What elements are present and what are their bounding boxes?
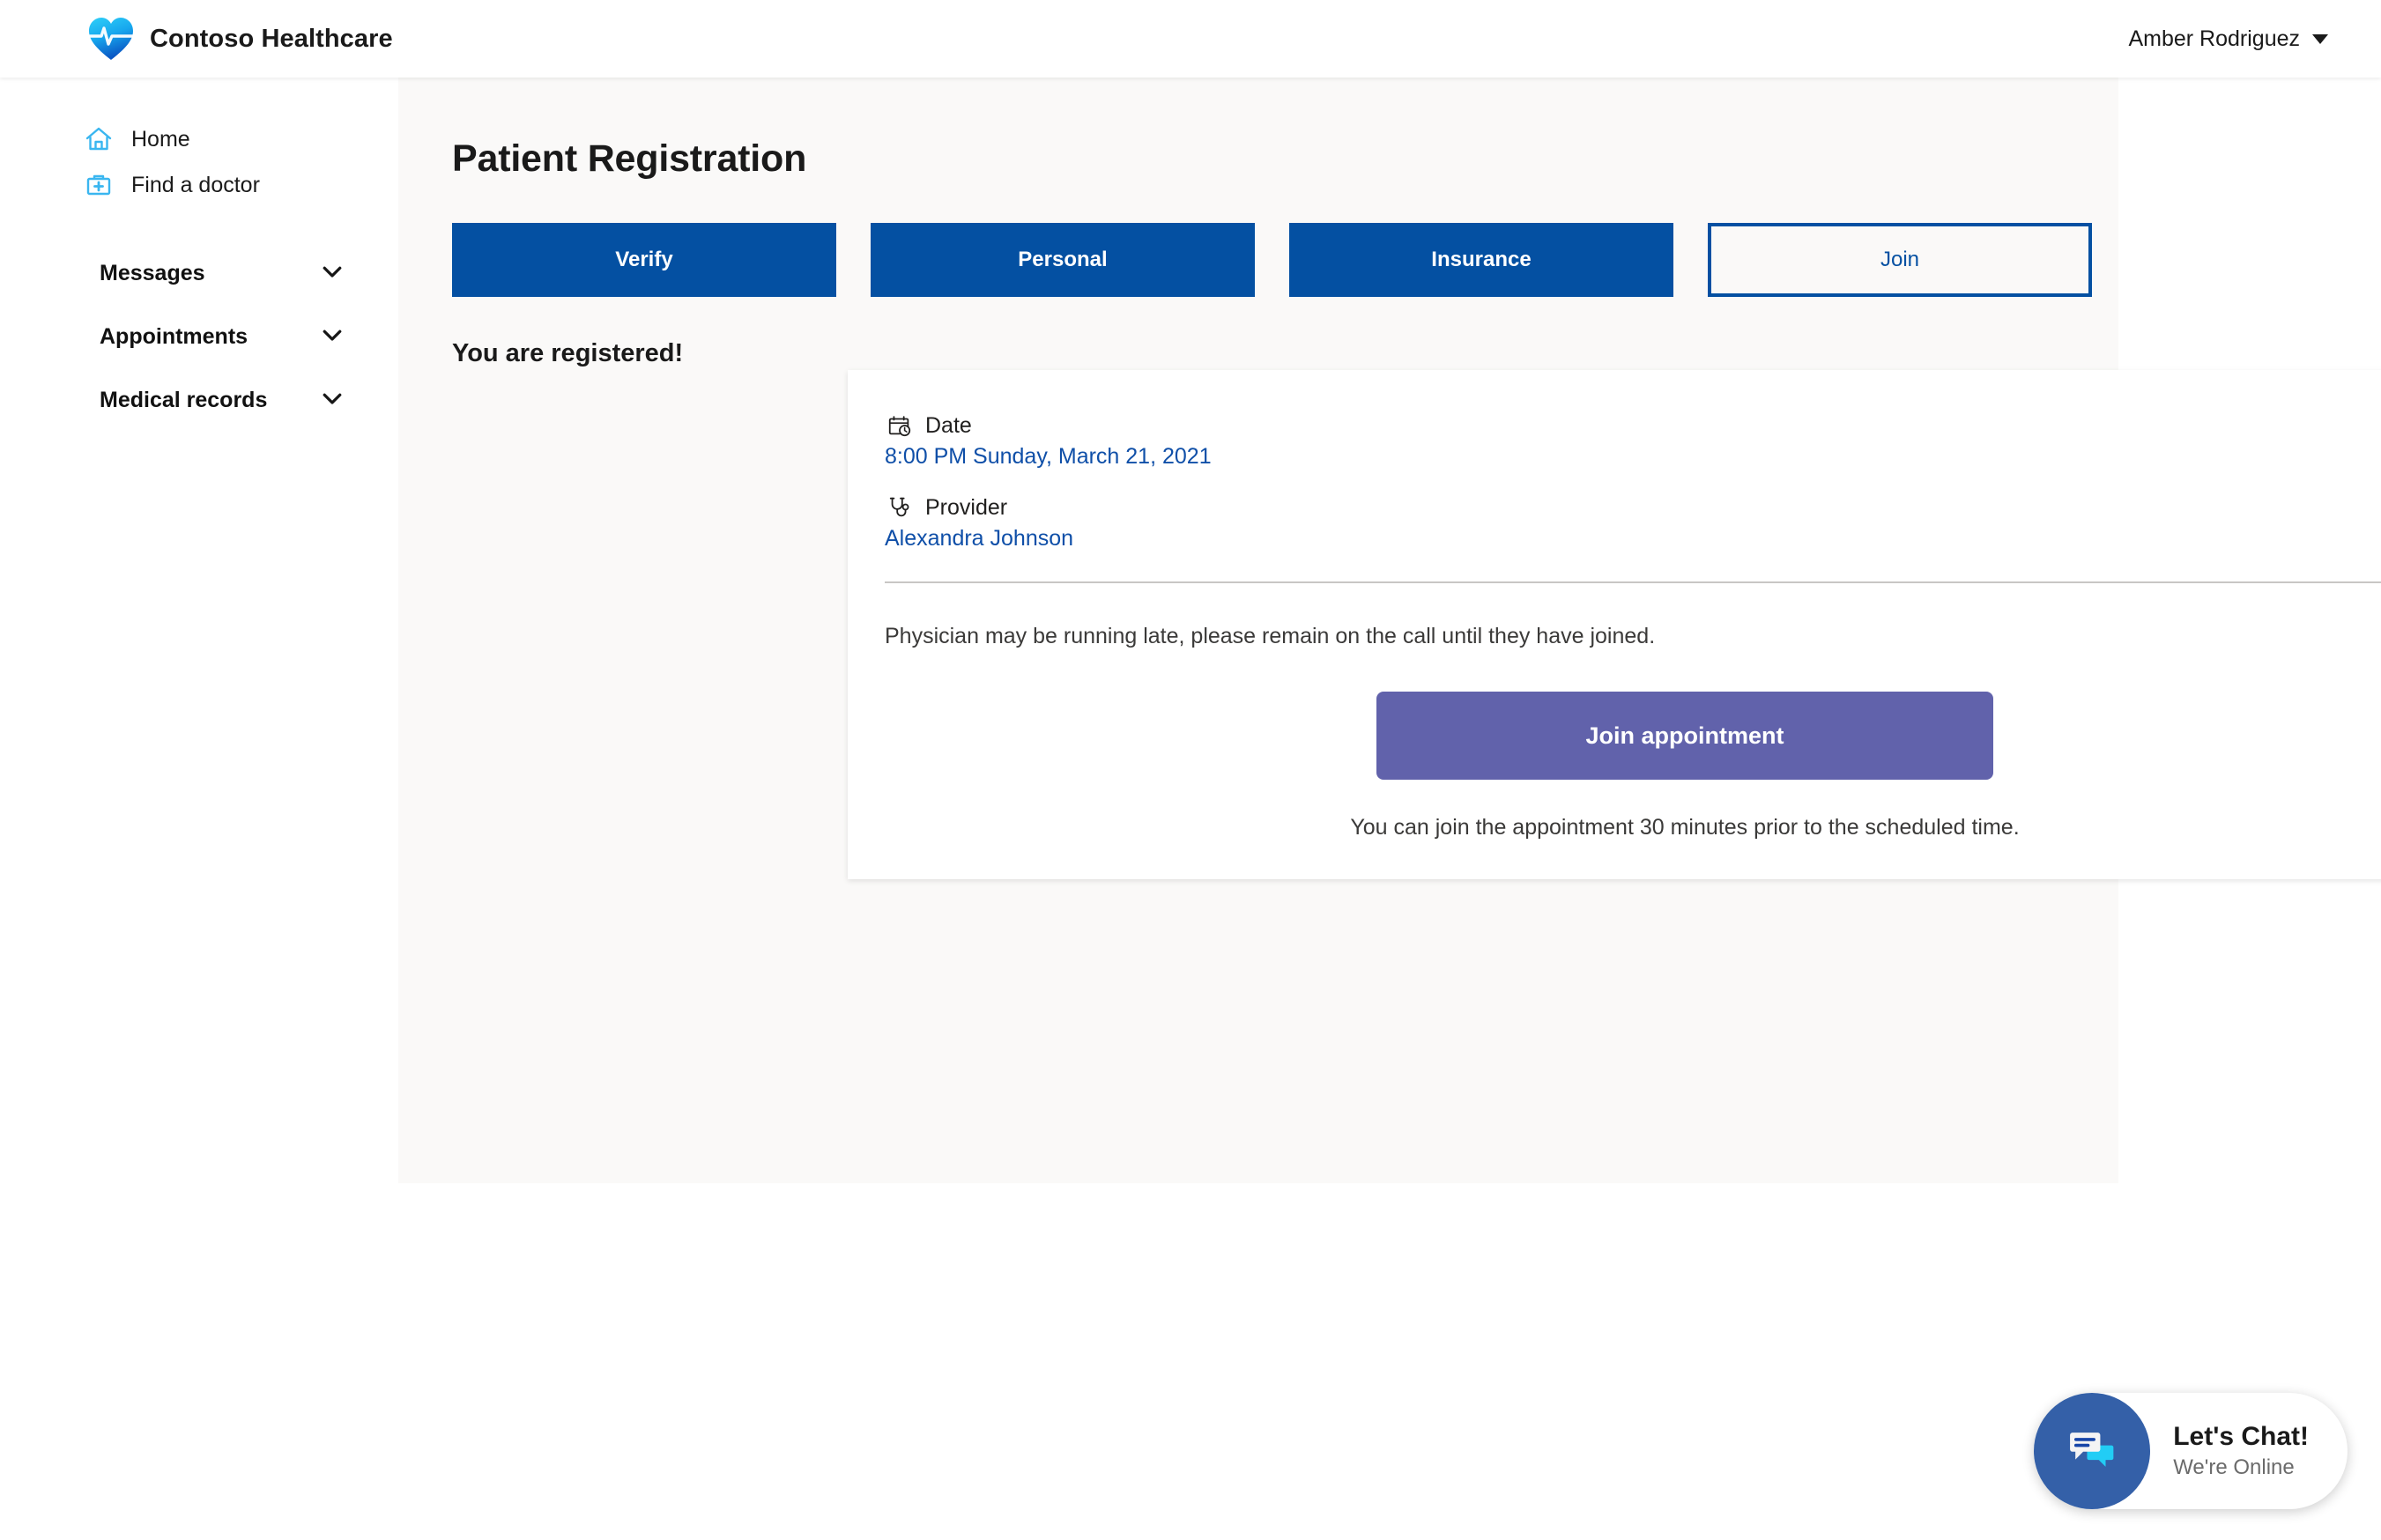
sidebar-item-home[interactable]: Home [0, 116, 398, 162]
chat-widget[interactable]: Let's Chat! We're Online [2034, 1393, 2348, 1509]
provider-field-label: Provider [925, 494, 1008, 520]
join-appointment-button[interactable]: Join appointment [1376, 692, 1993, 780]
heart-pulse-icon [86, 14, 136, 63]
date-field-label-row: Date [885, 411, 2381, 441]
chevron-down-icon [319, 258, 345, 289]
brand-name: Contoso Healthcare [150, 24, 393, 53]
chat-title: Let's Chat! [2173, 1421, 2309, 1451]
sidebar-groups: Messages Appointments Medical records [0, 241, 398, 432]
sidebar-group-messages[interactable]: Messages [0, 241, 398, 305]
sidebar-group-medical-records-label: Medical records [100, 387, 268, 412]
provider-field-value[interactable]: Alexandra Johnson [885, 526, 2381, 552]
provider-field-label-row: Provider [885, 492, 2381, 522]
sidebar-item-find-a-doctor[interactable]: Find a doctor [0, 162, 398, 208]
user-menu[interactable]: Amber Rodriguez [2128, 26, 2328, 52]
stethoscope-icon [885, 492, 915, 522]
caret-down-icon [2312, 33, 2328, 44]
late-notice-text: Physician may be running late, please re… [885, 624, 1656, 648]
sidebar: Home Find a doctor Messages Appointments [0, 78, 398, 1540]
chevron-down-icon [319, 385, 345, 416]
page-title: Patient Registration [452, 137, 807, 180]
tab-personal[interactable]: Personal [871, 223, 1255, 297]
home-icon [84, 124, 114, 154]
calendar-clock-icon [885, 411, 915, 441]
date-field-label: Date [925, 412, 972, 438]
chat-subtitle: We're Online [2173, 1455, 2295, 1480]
card-divider [885, 581, 2381, 583]
medical-bag-icon [84, 170, 114, 200]
appointment-info-card: Date 8:00 PM Sunday, March 21, 2021 Prov… [848, 370, 2381, 879]
sidebar-group-messages-label: Messages [100, 260, 205, 285]
sidebar-group-appointments-label: Appointments [100, 323, 248, 349]
date-field-value[interactable]: 8:00 PM Sunday, March 21, 2021 [885, 444, 2381, 470]
chevron-down-icon [319, 322, 345, 352]
join-hint-text: You can join the appointment 30 minutes … [1350, 815, 2020, 840]
tab-insurance[interactable]: Insurance [1289, 223, 1673, 297]
tab-join[interactable]: Join [1708, 223, 2092, 297]
user-name: Amber Rodriguez [2128, 26, 2300, 51]
chat-text: Let's Chat! We're Online [2173, 1422, 2309, 1481]
sidebar-group-appointments[interactable]: Appointments [0, 305, 398, 368]
registration-steps-tabs: Verify Personal Insurance Join [426, 223, 2118, 297]
chat-avatar [2034, 1393, 2151, 1509]
tab-verify[interactable]: Verify [452, 223, 836, 297]
join-button-wrapper: Join appointment [885, 692, 2381, 780]
sidebar-item-find-a-doctor-label: Find a doctor [131, 172, 260, 197]
chat-bubbles-icon [2065, 1422, 2119, 1481]
sidebar-item-home-label: Home [131, 126, 190, 152]
registered-heading: You are registered! [452, 339, 684, 367]
sidebar-group-medical-records[interactable]: Medical records [0, 368, 398, 432]
app-header: Contoso Healthcare Amber Rodriguez [0, 0, 2381, 78]
brand[interactable]: Contoso Healthcare [86, 14, 393, 63]
